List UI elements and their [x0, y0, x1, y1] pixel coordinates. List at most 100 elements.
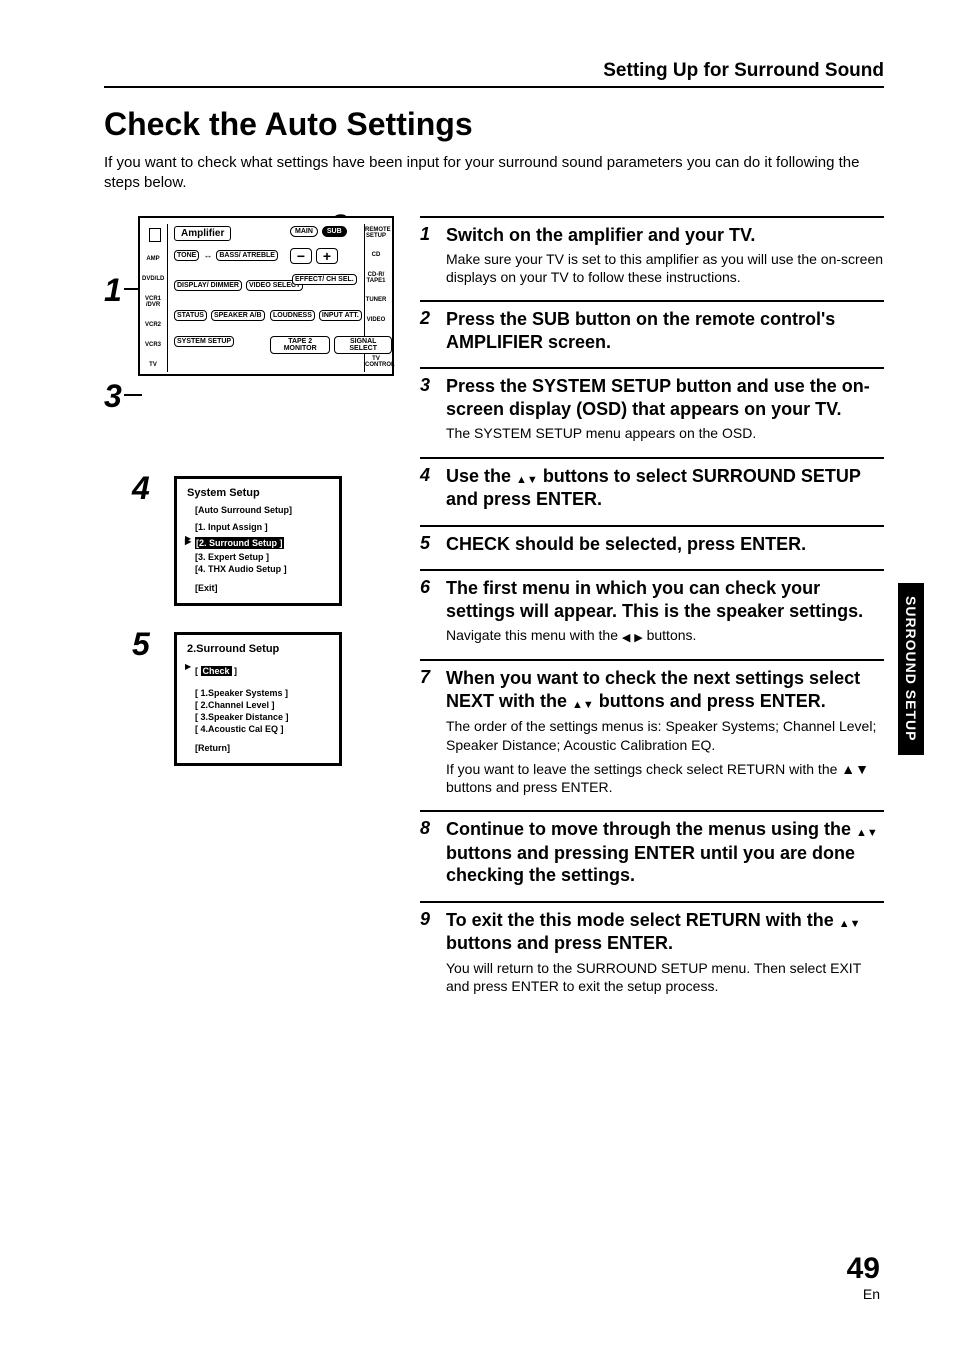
step-1-number: 1	[420, 224, 436, 245]
section-header: Setting Up for Surround Sound	[104, 60, 884, 88]
osd4-item-2-selected: [2. Surround Setup ]	[195, 537, 284, 549]
left-arrow-icon	[622, 627, 630, 645]
label-remote-setup: REMOTE SETUP	[365, 227, 387, 239]
step-7-number: 7	[420, 667, 436, 688]
step-9-number: 9	[420, 909, 436, 930]
callout-5: 5	[132, 626, 150, 663]
step-2: 2 Press the SUB button on the remote con…	[420, 300, 884, 353]
side-tab-label: SURROUND SETUP	[903, 596, 919, 741]
step-9-body: You will return to the SURROUND SETUP me…	[446, 959, 884, 995]
step-8-number: 8	[420, 818, 436, 839]
osd5-title: 2.Surround Setup	[187, 643, 329, 655]
up-arrow-icon	[839, 910, 850, 933]
osd5-check-selected: Check	[201, 666, 232, 676]
down-arrow-icon	[527, 466, 538, 489]
osd-surround-setup: 2.Surround Setup ▶ [ Check ] [ 1.Speaker…	[174, 632, 342, 767]
step-8: 8 Continue to move through the menus usi…	[420, 810, 884, 887]
osd5-item-3: [ 3.Speaker Distance ]	[195, 711, 329, 723]
step-1: 1 Switch on the amplifier and your TV. M…	[420, 216, 884, 287]
remote-signal-button[interactable]: SIGNAL SELECT	[334, 336, 392, 355]
step-6-body: Navigate this menu with the buttons.	[446, 626, 884, 645]
step-3-title: Press the SYSTEM SETUP button and use th…	[446, 375, 884, 420]
step-5: 5 CHECK should be selected, press ENTER.	[420, 525, 884, 556]
step-3-number: 3	[420, 375, 436, 396]
remote-tone-button[interactable]: TONE	[174, 250, 199, 261]
remote-main-button[interactable]: MAIN	[290, 226, 318, 237]
down-arrow-icon	[867, 819, 878, 842]
step-7: 7 When you want to check the next settin…	[420, 659, 884, 796]
page-footer: 49 En	[847, 1252, 880, 1302]
osd5-item-1: [ 1.Speaker Systems ]	[195, 687, 329, 699]
callout-4: 4	[132, 470, 150, 507]
step-1-body: Make sure your TV is set to this amplifi…	[446, 250, 884, 286]
step-5-title: CHECK should be selected, press ENTER.	[446, 533, 806, 556]
label-tv: TV	[142, 362, 164, 368]
up-arrow-icon	[856, 819, 867, 842]
callout-1: 1	[104, 272, 122, 309]
page-number: 49	[847, 1252, 880, 1286]
remote-speaker-button[interactable]: SPEAKER A/B	[211, 310, 265, 321]
remote-system-setup-button[interactable]: SYSTEM SETUP	[174, 336, 234, 347]
remote-display-button[interactable]: DISPLAY/ DIMMER	[174, 280, 242, 291]
right-arrow-icon	[634, 627, 642, 645]
step-1-title: Switch on the amplifier and your TV.	[446, 224, 755, 247]
right-column: 1 Switch on the amplifier and your TV. M…	[420, 216, 884, 1009]
remote-sub-button[interactable]: SUB	[322, 226, 347, 237]
step-9-title: To exit the this mode select RETURN with…	[446, 909, 884, 955]
step-4-number: 4	[420, 465, 436, 486]
step-6: 6 The first menu in which you can check …	[420, 569, 884, 645]
osd4-exit: [Exit]	[195, 583, 329, 593]
label-amp: AMP	[142, 256, 164, 262]
step-2-title: Press the SUB button on the remote contr…	[446, 308, 884, 353]
callout-3: 3	[104, 378, 122, 415]
label-dvdld: DVD/LD	[142, 276, 164, 282]
page-language: En	[847, 1286, 880, 1302]
label-cd: CD	[365, 252, 387, 258]
remote-tape2-button[interactable]: TAPE 2 MONITOR	[270, 336, 330, 355]
label-vcr1: VCR1 /DVR	[142, 296, 164, 308]
osd4-item-1: [1. Input Assign ]	[195, 521, 329, 533]
remote-minus-button[interactable]: −	[290, 248, 312, 264]
osd5-item-4: [ 4.Acoustic Cal EQ ]	[195, 723, 329, 735]
remote-effect-button[interactable]: EFFECT/ CH SEL.	[292, 274, 357, 285]
side-tab: SURROUND SETUP	[898, 583, 924, 755]
amp-icon	[149, 228, 161, 242]
step-6-number: 6	[420, 577, 436, 598]
step-4-title: Use the buttons to select SURROUND SETUP…	[446, 465, 884, 511]
up-arrow-icon	[572, 691, 583, 714]
remote-input-button[interactable]: INPUT ATT.	[319, 310, 362, 321]
label-video: VIDEO	[365, 317, 387, 323]
step-3: 3 Press the SYSTEM SETUP button and use …	[420, 367, 884, 442]
osd4-title: System Setup	[187, 487, 329, 499]
step-7-body-2: If you want to leave the settings check …	[446, 760, 884, 796]
label-cdr: CD-R/ TAPE1	[365, 272, 387, 284]
remote-plus-button[interactable]: +	[316, 248, 338, 264]
remote-amplifier-label: Amplifier	[174, 226, 231, 241]
osd-system-setup: System Setup [Auto Surround Setup] [1. I…	[174, 476, 342, 606]
step-2-number: 2	[420, 308, 436, 329]
up-arrow-icon	[516, 466, 527, 489]
remote-diagram: AMP DVD/LD VCR1 /DVR VCR2 VCR3 TV REMOTE…	[138, 216, 394, 376]
remote-loudness-button[interactable]: LOUDNESS	[270, 310, 315, 321]
intro-paragraph: If you want to check what settings have …	[104, 153, 884, 194]
step-9: 9 To exit the this mode select RETURN wi…	[420, 901, 884, 995]
step-6-title: The first menu in which you can check yo…	[446, 577, 884, 622]
step-3-body: The SYSTEM SETUP menu appears on the OSD…	[446, 424, 884, 442]
osd5-return: [Return]	[195, 743, 329, 753]
step-8-title: Continue to move through the menus using…	[446, 818, 884, 887]
step-5-number: 5	[420, 533, 436, 554]
remote-bass-button[interactable]: BASS/ ATREBLE	[216, 250, 278, 261]
step-7-title: When you want to check the next settings…	[446, 667, 884, 713]
remote-status-button[interactable]: STATUS	[174, 310, 207, 321]
page-title: Check the Auto Settings	[104, 106, 884, 143]
left-column: 1 2 3 AMP DVD/LD VCR1 /DVR VCR2 VCR3 TV	[104, 216, 394, 1009]
osd5-item-2: [ 2.Channel Level ]	[195, 699, 329, 711]
down-arrow-icon	[583, 691, 594, 714]
label-tvcontrol: TV CONTROL	[365, 356, 387, 368]
osd4-item-4: [4. THX Audio Setup ]	[195, 563, 329, 575]
down-arrow-icon	[850, 910, 861, 933]
label-tuner: TUNER	[365, 297, 387, 303]
osd4-item-3: [3. Expert Setup ]	[195, 551, 329, 563]
osd4-subtitle: [Auto Surround Setup]	[195, 505, 329, 515]
label-vcr2: VCR2	[142, 322, 164, 328]
